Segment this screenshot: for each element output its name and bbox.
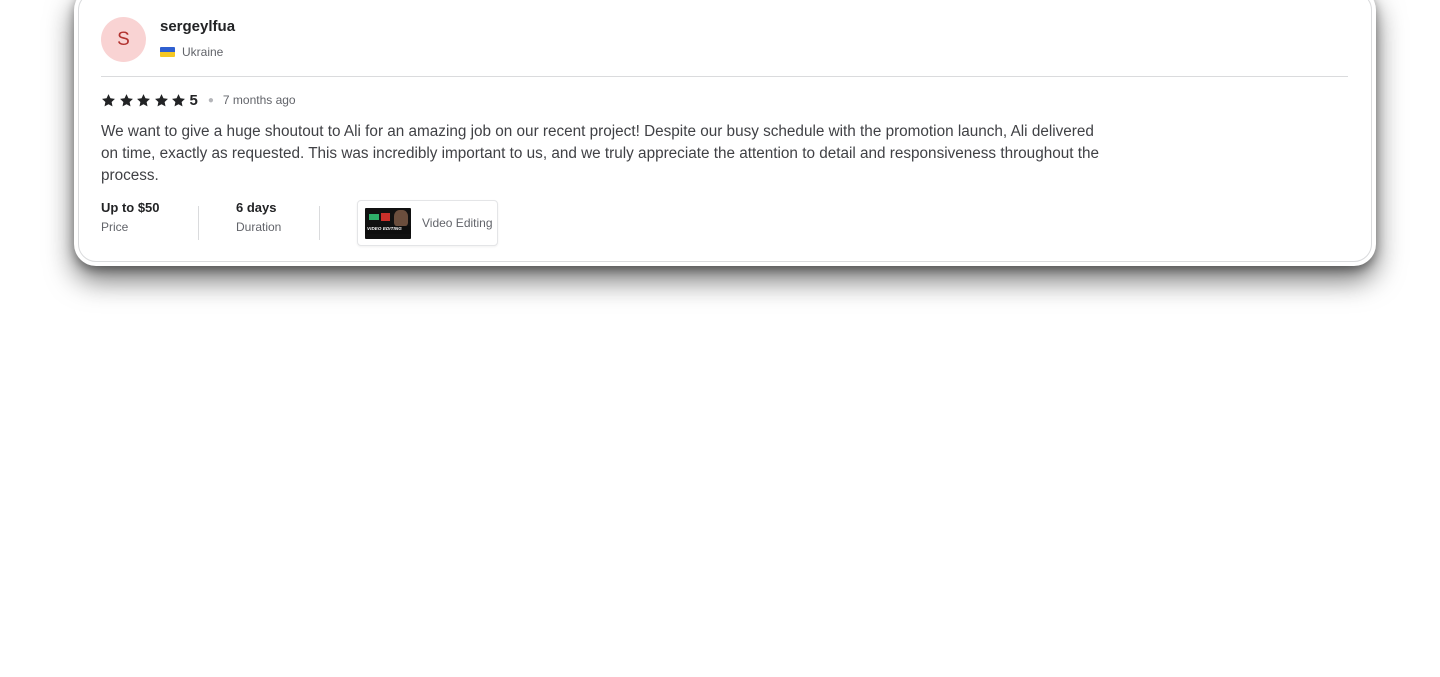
gig-thumbnail: VIDEO EDITING	[365, 207, 411, 239]
reviewer-username[interactable]: sergeylfua	[160, 18, 235, 35]
star-icon	[171, 93, 186, 108]
rating-value: 5	[189, 91, 198, 109]
duration-label: Duration	[236, 220, 282, 234]
review-text: We want to give a huge shoutout to Ali f…	[101, 123, 1099, 184]
meta-divider	[319, 206, 320, 240]
separator-dot: ●	[207, 94, 214, 106]
star-rating	[101, 93, 189, 108]
avatar-initial: S	[117, 28, 130, 50]
star-icon	[136, 93, 151, 108]
gig-link[interactable]: VIDEO EDITING Video Editing	[357, 200, 498, 246]
rating-row: 5 ● 7 months ago	[101, 91, 296, 109]
meta-divider	[198, 206, 199, 240]
duration-info: 6 days Duration	[236, 200, 281, 240]
price-info: Up to $50 Price	[101, 200, 160, 240]
ukraine-flag-icon	[160, 47, 175, 57]
price-label: Price	[101, 220, 129, 234]
star-icon	[101, 93, 116, 108]
avatar[interactable]: S	[101, 17, 146, 62]
gig-thumbnail-text: VIDEO EDITING	[367, 225, 402, 231]
price-value: Up to $50	[101, 200, 160, 215]
star-icon	[119, 93, 134, 108]
header-divider	[101, 76, 1348, 77]
duration-value: 6 days	[236, 200, 277, 215]
reviewer-country: Ukraine	[160, 45, 223, 59]
gig-title: Video Editing	[422, 216, 493, 230]
country-label: Ukraine	[182, 45, 224, 59]
review-time-ago: 7 months ago	[222, 93, 296, 107]
star-icon	[154, 93, 169, 108]
